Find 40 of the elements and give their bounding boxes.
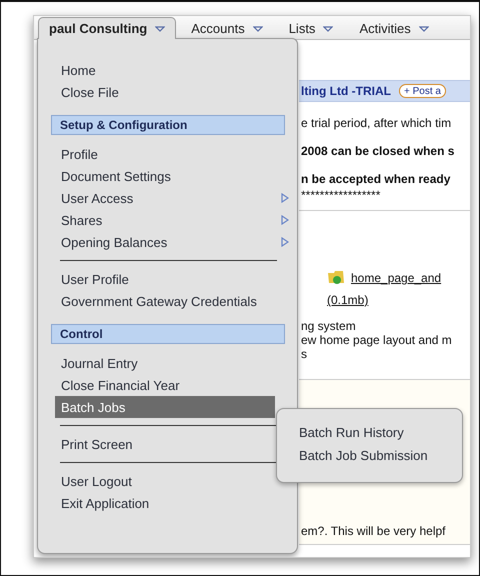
folder-icon	[327, 269, 345, 285]
menu-item[interactable]: User Access	[38, 187, 275, 209]
post-button[interactable]: + Post a	[398, 84, 446, 98]
submenu-item[interactable]: Batch Run History	[299, 421, 462, 444]
menu-item[interactable]: User Profile	[38, 268, 275, 290]
notice-text: *****************	[300, 188, 382, 202]
caret-icon	[155, 26, 166, 32]
menu-item[interactable]: Opening Balances	[38, 231, 275, 253]
submenu-item[interactable]: Batch Job Submission	[299, 444, 462, 467]
description-text: ng system	[300, 319, 357, 333]
menu-item[interactable]: Document Settings	[38, 165, 275, 187]
menu-item[interactable]: Profile	[38, 143, 275, 165]
menu-tab[interactable]: Accounts	[180, 17, 274, 39]
description-text: s	[300, 347, 308, 361]
menu-item[interactable]: Home	[38, 59, 275, 81]
notice-text: e trial period, after which tim	[300, 116, 452, 130]
question-text: em?. This will be very helpf	[300, 524, 447, 538]
menu-item[interactable]: Batch Jobs	[55, 396, 275, 418]
menu-item[interactable]: Government Gateway Credentials	[38, 290, 275, 312]
notice-text: n be accepted when ready	[300, 172, 452, 186]
menu-item[interactable]: Close File	[38, 81, 275, 103]
menu-section-header: Setup & Configuration	[51, 115, 285, 135]
menu-tab[interactable]: Activities	[348, 17, 440, 39]
caret-icon	[323, 26, 334, 32]
caret-icon	[418, 26, 429, 32]
notice-text: 2008 can be closed when s	[300, 144, 456, 158]
description-text: ew home page layout and m	[300, 333, 453, 347]
company-title: lting Ltd -TRIAL	[301, 84, 391, 98]
menu-item[interactable]: Shares	[38, 209, 275, 231]
menu-item[interactable]: User Logout	[38, 470, 275, 492]
menu-section-header: Control	[51, 324, 285, 344]
menu-item[interactable]: Exit Application	[38, 492, 275, 514]
menu-tab[interactable]: Lists	[278, 17, 344, 39]
file-size-link[interactable]: (0.1mb)	[327, 293, 368, 307]
menu-tab[interactable]: paul Consulting	[38, 17, 176, 39]
attachment-link[interactable]: home_page_and	[351, 271, 442, 285]
menu-item[interactable]: Close Financial Year	[38, 374, 275, 396]
menu-item[interactable]: Print Screen	[38, 433, 275, 455]
menu-item[interactable]: Journal Entry	[38, 352, 275, 374]
caret-icon	[252, 26, 263, 32]
